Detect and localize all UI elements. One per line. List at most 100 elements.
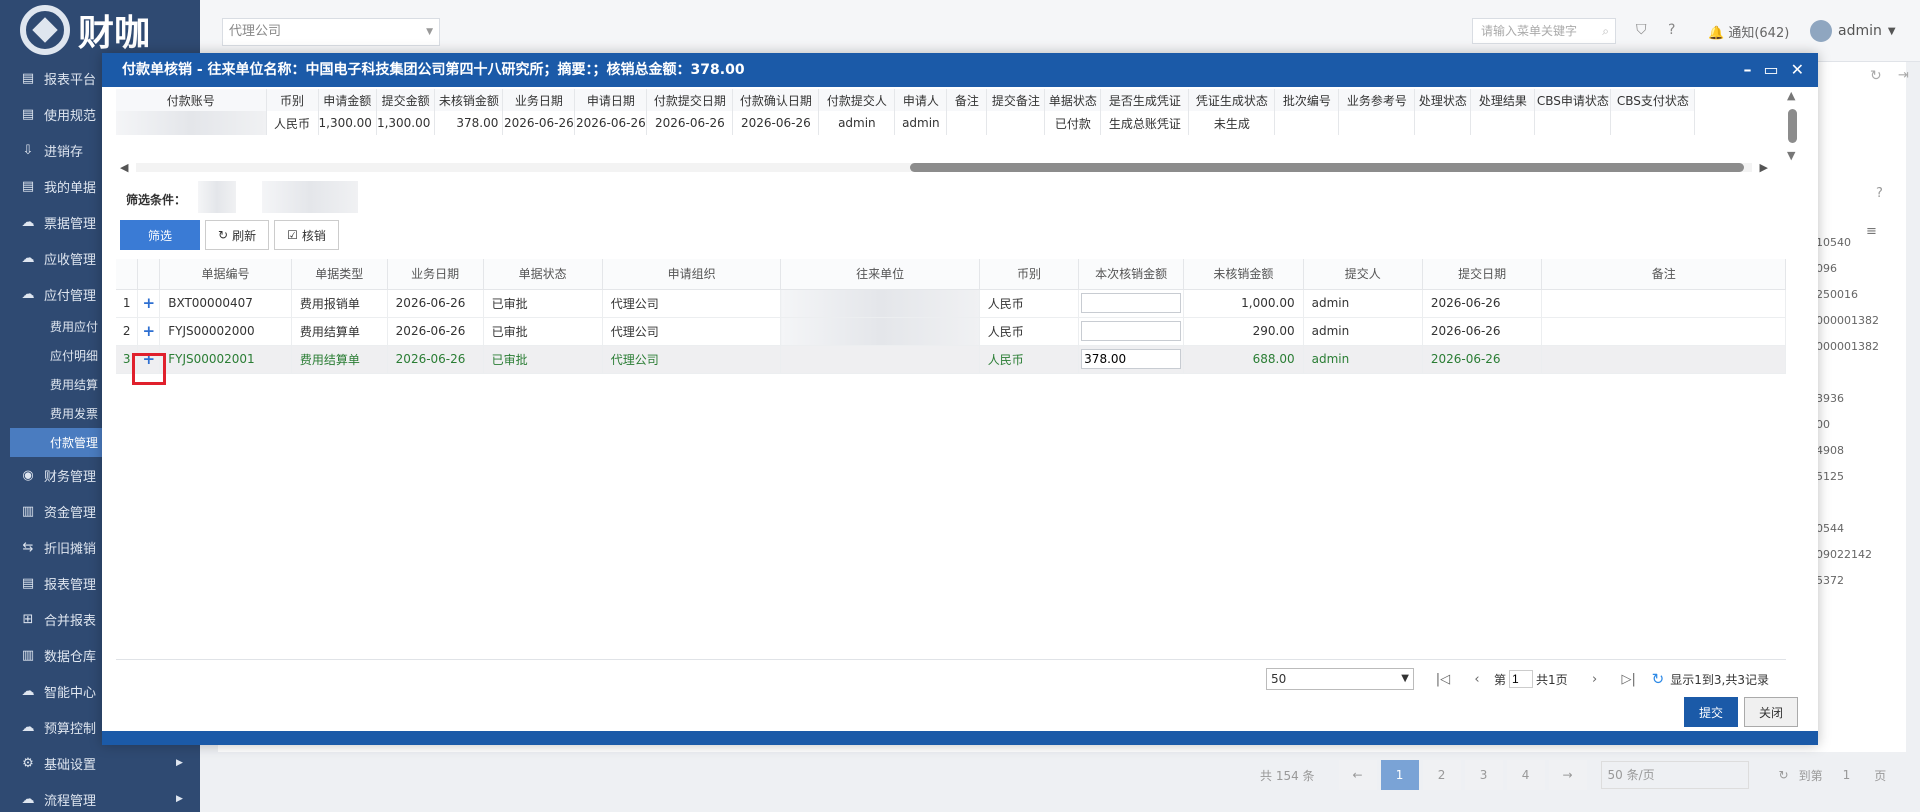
horizontal-scrollbar[interactable]: ◀ ▶ xyxy=(120,161,1768,174)
column-header[interactable]: 备注 xyxy=(946,89,988,111)
goto-value[interactable]: 1 xyxy=(1843,768,1851,782)
arrow-right-icon[interactable]: ▶ xyxy=(1760,161,1768,174)
verify-button[interactable]: ☑ 核销 xyxy=(274,220,339,250)
amount-cell[interactable] xyxy=(1078,289,1185,318)
prev-page-icon[interactable]: ← xyxy=(1338,760,1377,790)
menu-search-input[interactable]: 请输入菜单关键字 ⌕ xyxy=(1472,18,1616,44)
arrow-up-icon[interactable]: ▲ xyxy=(1787,89,1795,102)
submitter: admin xyxy=(1303,345,1423,374)
next-page-icon[interactable]: → xyxy=(1548,760,1587,790)
column-header[interactable]: CBS支付状态 xyxy=(1610,89,1696,111)
vertical-scrollbar[interactable]: ▲ ▼ xyxy=(1786,89,1800,169)
column-header[interactable]: 提交人 xyxy=(1303,259,1423,290)
column-header[interactable]: 提交日期 xyxy=(1422,259,1543,290)
column-header[interactable]: 提交备注 xyxy=(986,89,1046,111)
table-row[interactable]: 3+FYJS00002001费用结算单2026-06-26已审批代理公司人民币6… xyxy=(116,345,1786,374)
page-button[interactable]: 1 xyxy=(1380,760,1419,790)
search-icon[interactable]: ⌕ xyxy=(1602,19,1609,43)
column-header[interactable]: 申请组织 xyxy=(602,259,782,290)
column-header[interactable]: 批次编号 xyxy=(1274,89,1340,111)
column-header[interactable]: 币别 xyxy=(266,89,319,111)
pin-icon[interactable]: ⇥ xyxy=(1898,68,1909,83)
column-header[interactable]: 凭证生成状态 xyxy=(1188,89,1276,111)
menu-icon: ⇆ xyxy=(22,539,34,555)
help-icon[interactable]: ? xyxy=(1876,186,1883,201)
column-header[interactable]: 单据编号 xyxy=(159,259,292,290)
column-header[interactable]: 付款提交日期 xyxy=(646,89,734,111)
column-header[interactable]: 未核销金额 xyxy=(1183,259,1304,290)
column-header[interactable]: 是否生成凭证 xyxy=(1100,89,1190,111)
verify-amount-input[interactable] xyxy=(1081,321,1182,341)
close-button[interactable]: 关闭 xyxy=(1744,697,1798,727)
column-header[interactable]: 单据状态 xyxy=(483,259,603,290)
sidebar-item[interactable]: ⚙ 基础设置 ▶ xyxy=(0,745,200,781)
refresh-icon[interactable]: ↻ xyxy=(1652,670,1665,688)
column-header[interactable]: 付款账号 xyxy=(116,89,267,111)
plus-icon[interactable]: + xyxy=(142,322,155,340)
column-header[interactable]: 申请日期 xyxy=(574,89,648,111)
page-button[interactable]: 2 xyxy=(1422,760,1461,790)
expand-cell[interactable]: + xyxy=(137,289,161,318)
amount-cell[interactable] xyxy=(1078,317,1185,346)
column-header[interactable]: 单据类型 xyxy=(291,259,388,290)
column-header[interactable]: 业务日期 xyxy=(502,89,576,111)
verify-amount-input[interactable] xyxy=(1081,293,1182,313)
column-header[interactable]: 往来单位 xyxy=(780,259,980,290)
column-header[interactable]: 提交金额 xyxy=(376,89,436,111)
column-header[interactable]: 处理状态 xyxy=(1414,89,1472,111)
column-header[interactable]: CBS申请状态 xyxy=(1534,89,1612,111)
column-header[interactable]: 备注 xyxy=(1541,259,1786,290)
chevron-down-icon: ▼ xyxy=(1401,673,1409,684)
filter-field[interactable] xyxy=(198,181,236,213)
minimize-icon[interactable]: – xyxy=(1743,53,1751,87)
first-page-icon[interactable]: |◁ xyxy=(1426,672,1460,687)
arrow-left-icon[interactable]: ◀ xyxy=(120,161,128,174)
last-page-icon[interactable]: ▷| xyxy=(1612,672,1646,687)
column-header[interactable]: 币别 xyxy=(979,259,1080,290)
column-header[interactable]: 业务日期 xyxy=(387,259,484,290)
maximize-icon[interactable]: ▭ xyxy=(1763,53,1778,87)
sidebar-item-label: 合并报表 xyxy=(44,613,97,629)
plus-icon[interactable]: + xyxy=(142,294,155,312)
close-icon[interactable]: ✕ xyxy=(1791,53,1804,87)
filter-button[interactable]: 筛选 xyxy=(120,220,200,250)
column-header[interactable]: 付款确认日期 xyxy=(732,89,820,111)
column-header[interactable]: 业务参考号 xyxy=(1338,89,1416,111)
table-row[interactable]: 2 + FYJS00002000 费用结算单 2026-06-26 已审批 代理公司 人民币 2… xyxy=(116,317,1786,346)
column-header[interactable]: 单据状态 xyxy=(1044,89,1102,111)
prev-page-icon[interactable]: ‹ xyxy=(1460,672,1494,687)
filter-field[interactable] xyxy=(262,181,358,213)
refresh-button[interactable]: ↻ 刷新 xyxy=(205,220,270,250)
column-header[interactable]: 未核销金额 xyxy=(434,89,504,111)
amount-cell[interactable] xyxy=(1078,345,1185,374)
user-menu[interactable]: admin ▼ xyxy=(1810,20,1896,42)
page-size-select[interactable]: 50 ▼ xyxy=(1266,668,1414,690)
page-size-select[interactable]: 50 条/页 xyxy=(1600,761,1749,789)
company-select[interactable]: 代理公司 ▼ xyxy=(222,18,440,46)
document-status: 已审批 xyxy=(483,289,603,318)
page-number-input[interactable] xyxy=(1509,670,1534,688)
column-header[interactable]: 处理结果 xyxy=(1470,89,1536,111)
column-header[interactable] xyxy=(116,259,139,290)
help-icon[interactable]: ? xyxy=(1668,22,1675,38)
background-cell: 10540 xyxy=(1816,236,1851,249)
refresh-icon[interactable]: ↻ xyxy=(1779,768,1789,782)
page-button[interactable]: 4 xyxy=(1506,760,1545,790)
column-header[interactable]: 申请人 xyxy=(894,89,948,111)
submit-button[interactable]: 提交 xyxy=(1684,697,1738,727)
shield-icon[interactable]: ⛉ xyxy=(1636,22,1647,38)
page-button[interactable]: 3 xyxy=(1464,760,1503,790)
table-row[interactable]: 1 + BXT00000407 费用报销单 2026-06-26 已审批 代理公司 人民币 1,… xyxy=(116,289,1786,318)
next-page-icon[interactable]: › xyxy=(1578,672,1612,687)
verify-amount-input[interactable] xyxy=(1081,349,1182,369)
sidebar-item-label: 数据仓库 xyxy=(44,649,97,665)
sidebar-item[interactable]: ☁ 流程管理 ▶ xyxy=(0,781,200,812)
column-header[interactable]: 本次核销金额 xyxy=(1078,259,1185,290)
refresh-icon[interactable]: ↻ xyxy=(1870,68,1882,84)
notice-link[interactable]: 🔔 通知(642) xyxy=(1708,22,1789,41)
column-header[interactable]: 付款提交人 xyxy=(818,89,896,111)
expand-cell[interactable]: + xyxy=(137,317,161,346)
column-header[interactable] xyxy=(137,259,161,290)
column-header[interactable]: 申请金额 xyxy=(318,89,377,111)
arrow-down-icon[interactable]: ▼ xyxy=(1787,149,1795,162)
